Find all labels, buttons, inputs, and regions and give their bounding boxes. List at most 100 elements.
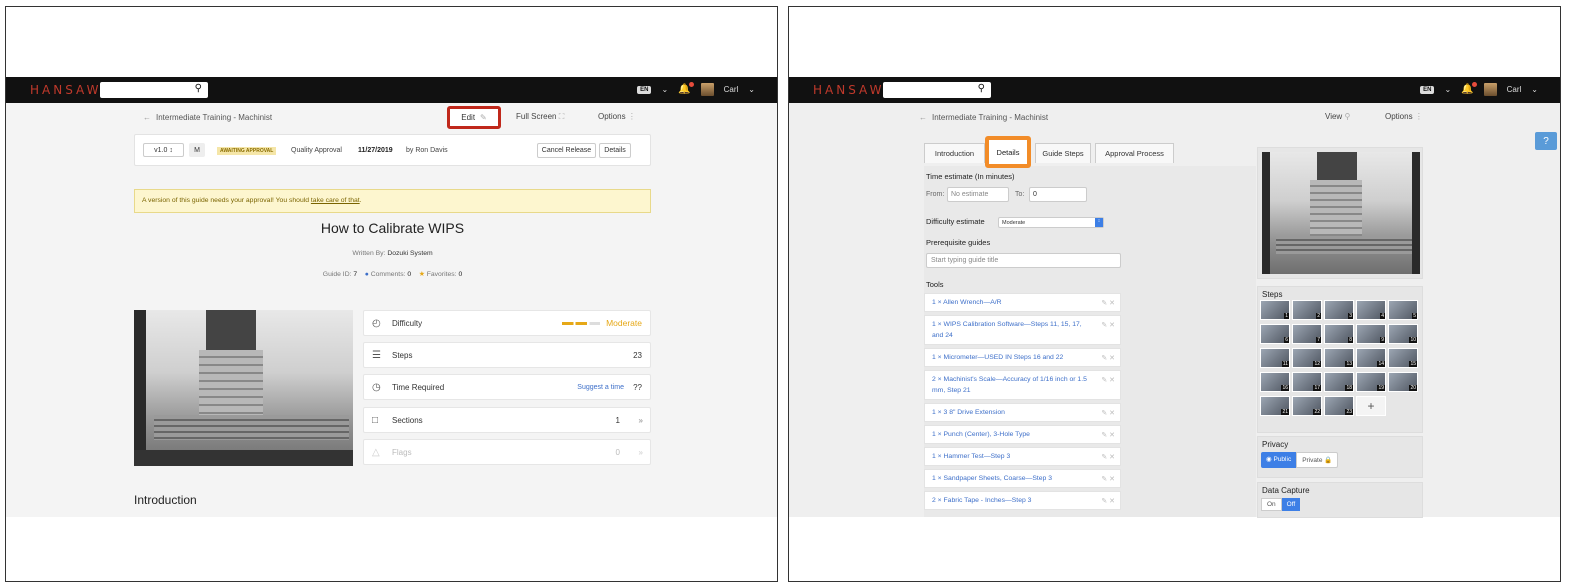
language-selector[interactable]: EN [637,85,652,94]
view-button[interactable]: View ⚲ [1325,112,1350,121]
language-selector[interactable]: EN [1420,85,1435,94]
sections-row[interactable]: □ Sections 1» [363,407,651,433]
tool-item[interactable]: 2 × Machinist's Scale—Accuracy of 1/16 i… [924,370,1121,400]
comments-icon: ● [364,271,369,278]
fullscreen-button[interactable]: Full Screen ⛶ [516,112,564,122]
step-thumbnail[interactable]: 13 [1324,348,1354,368]
version-select[interactable]: v1.0 ↕ [143,143,184,157]
step-thumbnail[interactable]: 5 [1388,300,1418,320]
step-thumbnail[interactable]: 23 [1324,396,1354,416]
cancel-release-button[interactable]: Cancel Release [537,143,596,158]
search-input[interactable]: ⚲ [100,82,208,98]
step-thumbnail[interactable]: 22 [1292,396,1322,416]
step-number: 7 [1316,337,1321,343]
off-toggle[interactable]: Off [1281,498,1301,511]
add-step-button[interactable]: + [1356,396,1386,416]
back-arrow-icon[interactable]: ← [143,113,151,122]
difficulty-select[interactable]: Moderate ↕ [998,217,1104,228]
help-button[interactable]: ? [1535,132,1557,150]
page-fold-mask [789,518,1560,581]
tool-item[interactable]: 1 × Sandpaper Sheets, Coarse—Step 3 ✎ ✕ [924,469,1121,488]
public-toggle[interactable]: ◉ Public [1261,452,1297,468]
step-thumbnail[interactable]: 19 [1356,372,1386,392]
step-thumbnail[interactable]: 12 [1292,348,1322,368]
step-thumbnail[interactable]: 3 [1324,300,1354,320]
avatar[interactable] [700,83,714,96]
guide-main-image[interactable] [1262,152,1420,274]
prerequisite-input[interactable]: Start typing guide title [926,253,1121,268]
step-number: 18 [1345,385,1353,391]
avatar[interactable] [1483,83,1497,96]
user-name[interactable]: Carl [1507,85,1522,94]
time-from-input[interactable]: No estimate [947,187,1009,202]
tool-item[interactable]: 2 × Fabric Tape - Inches—Step 3 ✎ ✕ [924,491,1121,510]
expand-icon: » [638,447,643,457]
brand-logo[interactable]: HANSAW [813,83,883,97]
step-number: 15 [1409,361,1417,367]
tab-details[interactable]: Details [985,136,1031,168]
prerequisite-label: Prerequisite guides [926,238,991,247]
suggest-time-link[interactable]: Suggest a time [577,384,624,391]
step-thumbnail[interactable]: 21 [1260,396,1290,416]
edit-icon: ✎ [480,113,487,122]
time-to-input[interactable]: 0 [1029,187,1087,202]
step-thumbnail[interactable]: 2 [1292,300,1322,320]
back-arrow-icon[interactable]: ← [919,113,927,122]
search-input[interactable]: ⚲ [883,82,991,98]
step-thumbnail[interactable]: 1 [1260,300,1290,320]
step-thumbnail[interactable]: 20 [1388,372,1418,392]
tab-approval-process[interactable]: Approval Process [1095,143,1174,163]
tool-item[interactable]: 1 × WIPS Calibration Software—Steps 11, … [924,315,1121,345]
edit-button[interactable]: Edit ✎ [447,106,501,129]
user-name[interactable]: Carl [724,85,739,94]
options-menu[interactable]: Options ⋮ [1385,112,1423,121]
step-thumbnail[interactable]: 10 [1388,324,1418,344]
breadcrumb[interactable]: Intermediate Training - Machinist [932,113,1048,122]
chevron-down-icon[interactable]: ⌄ [748,85,755,94]
top-nav-bar: HANSAW ⚲ EN ⌄ 🔔 Carl ⌄ [789,77,1560,103]
search-icon[interactable]: ⚲ [195,83,202,94]
guide-hero-image[interactable] [134,310,353,466]
step-thumbnail[interactable]: 11 [1260,348,1290,368]
chevron-down-icon[interactable]: ⌄ [1444,85,1451,94]
step-thumbnail[interactable]: 7 [1292,324,1322,344]
search-icon[interactable]: ⚲ [978,83,985,94]
page-title: How to Calibrate WIPS [320,220,465,236]
step-thumbnail[interactable]: 17 [1292,372,1322,392]
chevron-down-icon[interactable]: ⌄ [1531,85,1538,94]
step-thumbnail[interactable]: 15 [1388,348,1418,368]
tab-introduction[interactable]: Introduction [924,143,985,163]
difficulty-row: ◴ Difficulty Moderate [363,310,651,336]
notification-bell-icon[interactable]: 🔔 [678,82,694,95]
step-number: 22 [1313,409,1321,415]
tool-item[interactable]: 1 × 3 8" Drive Extension ✎ ✕ [924,403,1121,422]
step-number: 8 [1348,337,1353,343]
step-thumbnail[interactable]: 4 [1356,300,1386,320]
step-thumbnail[interactable]: 8 [1324,324,1354,344]
tool-item[interactable]: 1 × Punch (Center), 3-Hole Type ✎ ✕ [924,425,1121,444]
tool-item[interactable]: 1 × Allen Wrench—A/R ✎ ✕ [924,293,1121,312]
step-thumbnail[interactable]: 9 [1356,324,1386,344]
tab-guide-steps[interactable]: Guide Steps [1035,143,1091,163]
steps-row[interactable]: ☰ Steps 23 [363,342,651,368]
notification-bell-icon[interactable]: 🔔 [1461,82,1477,95]
guide-edit-screen: HANSAW ⚲ EN ⌄ 🔔 Carl ⌄ ← Intermediate Tr… [789,77,1560,517]
breadcrumb[interactable]: Intermediate Training - Machinist [156,113,272,122]
notice-link[interactable]: take care of that [311,197,360,204]
edit-delete-icons: ✎ ✕ [1101,410,1115,417]
tool-item[interactable]: 1 × Hammer Test—Step 3 ✎ ✕ [924,447,1121,466]
step-thumbnail[interactable]: 18 [1324,372,1354,392]
flags-row[interactable]: △ Flags 0» [363,439,651,465]
step-thumbnail[interactable]: 6 [1260,324,1290,344]
on-toggle[interactable]: On [1261,498,1282,511]
magnifier-icon: ⚲ [1344,112,1351,121]
brand-logo[interactable]: HANSAW [30,83,100,97]
chevron-down-icon[interactable]: ⌄ [661,85,668,94]
private-toggle[interactable]: Private 🔒 [1296,452,1339,468]
details-button[interactable]: Details [599,143,631,158]
tool-item[interactable]: 1 × Micrometer—USED IN Steps 16 and 22 ✎ … [924,348,1121,367]
edit-label: Edit [461,113,476,122]
step-thumbnail[interactable]: 16 [1260,372,1290,392]
options-menu[interactable]: Options ⋮ [598,112,636,121]
step-thumbnail[interactable]: 14 [1356,348,1386,368]
